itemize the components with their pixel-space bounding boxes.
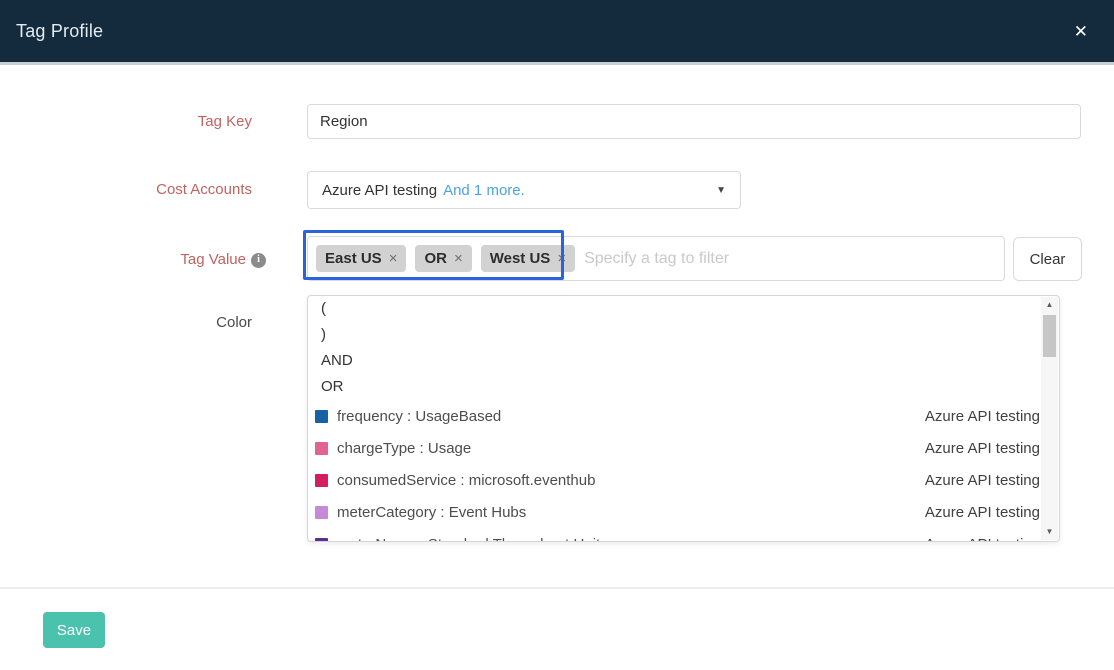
color-label: Color xyxy=(216,314,252,331)
footer-divider xyxy=(0,587,1114,589)
tag-key-input[interactable] xyxy=(307,104,1081,139)
clear-button[interactable]: Clear xyxy=(1013,237,1082,281)
tag-key-label: Tag Key xyxy=(197,113,252,130)
tag-dropdown-panel: ( ) AND OR frequency : UsageBased Azure … xyxy=(307,295,1060,542)
save-button[interactable]: Save xyxy=(43,612,105,648)
tag-chip-text: West US xyxy=(489,250,551,267)
cost-accounts-more-link[interactable]: And 1 more. xyxy=(443,182,525,199)
dropdown-operator[interactable]: OR xyxy=(308,374,1059,400)
color-swatch xyxy=(315,537,328,541)
scroll-down-icon[interactable]: ▼ xyxy=(1046,527,1054,537)
chip-remove-icon[interactable]: × xyxy=(454,250,463,267)
chevron-down-icon: ▼ xyxy=(716,184,726,196)
dropdown-item[interactable]: meterCategory : Event Hubs Azure API tes… xyxy=(308,496,1059,528)
dropdown-item-label: chargeType : Usage xyxy=(337,439,472,457)
dropdown-operator[interactable]: AND xyxy=(308,348,1059,374)
modal-header: Tag Profile ✕ xyxy=(0,0,1114,65)
dropdown-item-label: consumedService : microsoft.eventhub xyxy=(337,471,596,489)
dropdown-item-account: Azure API testing xyxy=(924,471,1040,489)
scroll-up-icon[interactable]: ▲ xyxy=(1046,300,1054,310)
tag-chip-text: East US xyxy=(325,250,382,267)
dropdown-operator[interactable]: ) xyxy=(308,322,1059,348)
color-swatch xyxy=(315,473,328,487)
tag-value-field[interactable]: East US × OR × West US × xyxy=(307,236,1005,281)
dropdown-item-label: frequency : UsageBased xyxy=(337,407,502,425)
tag-filter-input[interactable] xyxy=(584,249,996,268)
dropdown-item-account: Azure API testing xyxy=(924,503,1040,521)
cost-accounts-label: Cost Accounts xyxy=(156,181,252,198)
scrollbar-thumb[interactable] xyxy=(1043,315,1056,357)
tag-chip: West US × xyxy=(480,245,576,272)
dropdown-item-account: Azure API testing xyxy=(924,439,1040,457)
dropdown-item-clipped[interactable]: meterName : Standard Throughput Unit Azu… xyxy=(308,528,1059,542)
chip-remove-icon[interactable]: × xyxy=(557,250,566,267)
dropdown-item-account: Azure API testing xyxy=(924,407,1040,425)
cost-accounts-value: Azure API testing xyxy=(322,181,438,199)
close-icon[interactable]: ✕ xyxy=(1074,23,1088,40)
dropdown-item[interactable]: frequency : UsageBased Azure API testing xyxy=(308,400,1059,432)
dropdown-scrollbar[interactable]: ▲ ▼ xyxy=(1041,297,1058,540)
info-icon[interactable]: i xyxy=(251,252,266,268)
modal-title: Tag Profile xyxy=(16,20,104,41)
tag-value-label-wrap: Tag Value i xyxy=(0,250,266,270)
dropdown-item-account: Azure API testing xyxy=(925,536,1040,542)
color-swatch xyxy=(315,409,328,423)
color-swatch xyxy=(315,505,328,519)
tag-chip: OR × xyxy=(415,245,472,272)
tag-chip-text: OR xyxy=(424,250,447,267)
dropdown-operator[interactable]: ( xyxy=(308,296,1059,322)
tag-profile-modal: Tag Profile ✕ Tag Key Cost Accounts Azur… xyxy=(0,0,1114,670)
tag-value-label: Tag Value xyxy=(180,251,246,268)
tag-chip: East US × xyxy=(316,245,407,272)
dropdown-item[interactable]: consumedService : microsoft.eventhub Azu… xyxy=(308,464,1059,496)
color-swatch xyxy=(315,441,328,455)
dropdown-item[interactable]: chargeType : Usage Azure API testing xyxy=(308,432,1059,464)
cost-accounts-select[interactable]: Azure API testing And 1 more. ▼ xyxy=(307,171,741,209)
dropdown-item-label: meterName : Standard Throughput Unit xyxy=(337,536,600,542)
chip-remove-icon[interactable]: × xyxy=(389,250,398,267)
dropdown-item-label: meterCategory : Event Hubs xyxy=(337,503,527,521)
